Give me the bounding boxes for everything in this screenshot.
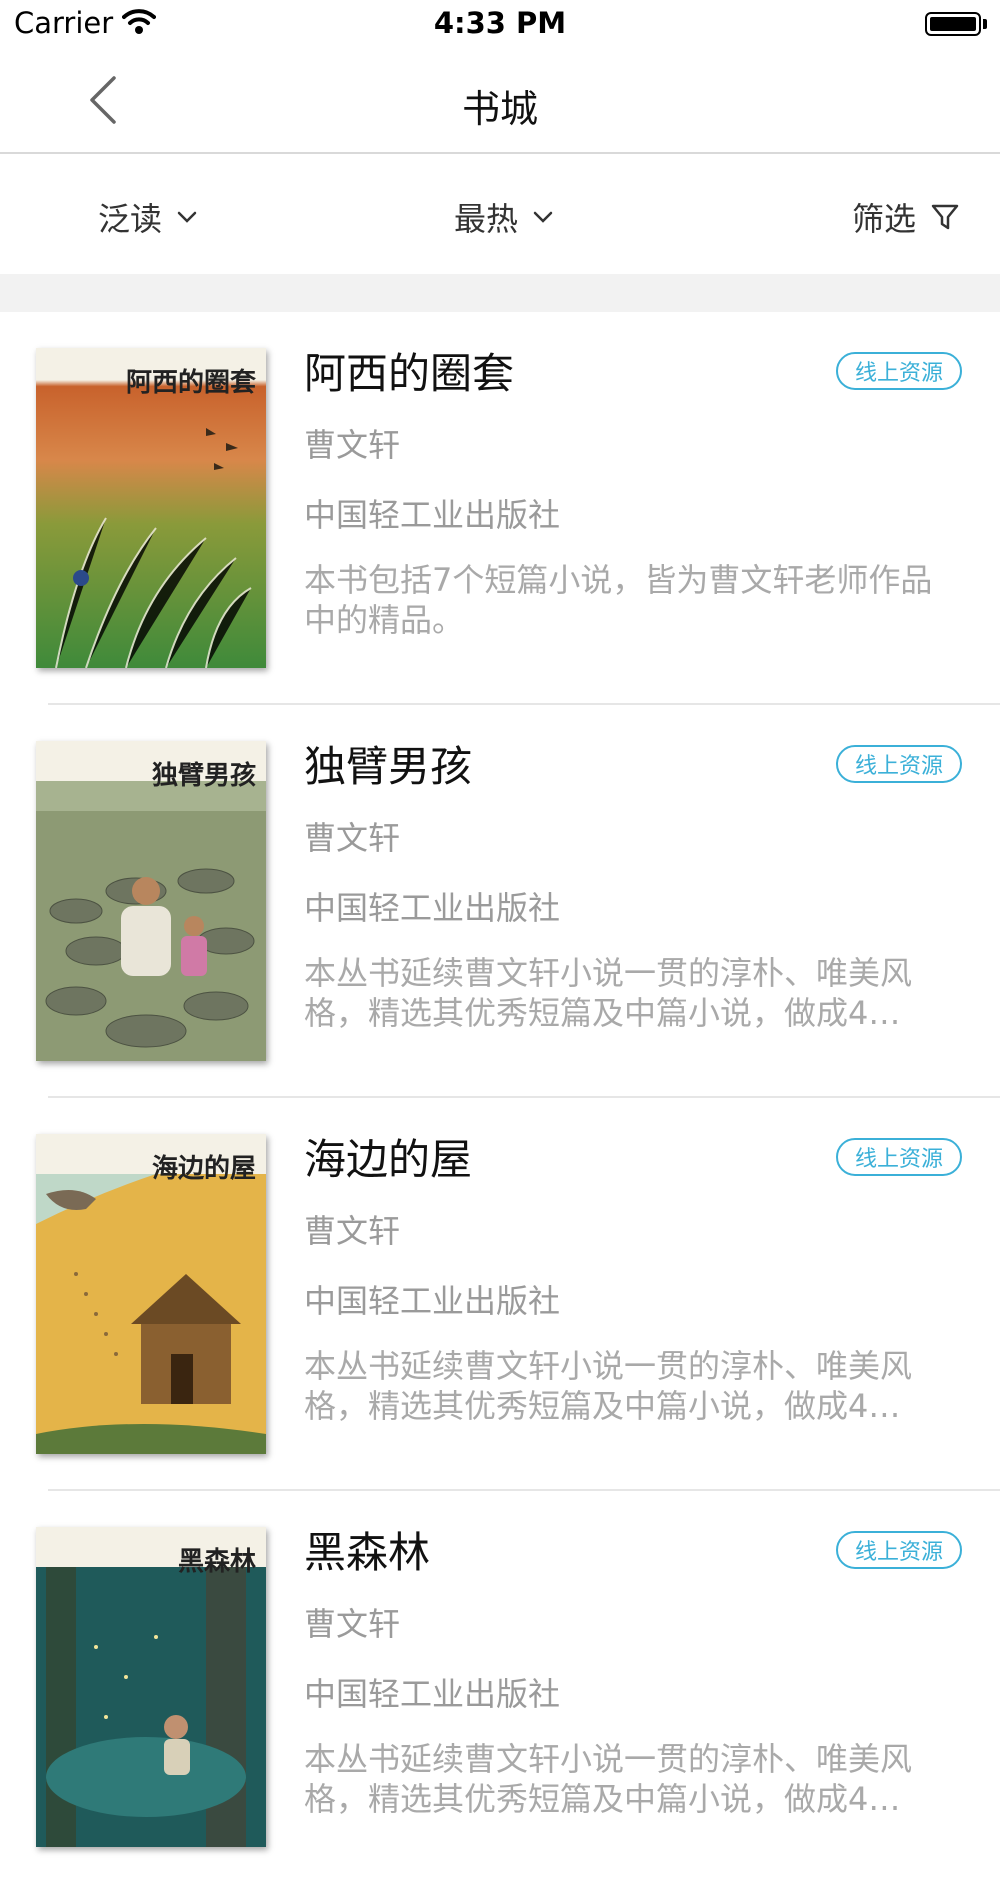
book-cover[interactable]: 海边的屋 — [36, 1134, 266, 1454]
book-title: 黑森林 — [304, 1528, 431, 1577]
book-item[interactable]: 黑森林 黑森林 线上资源 曹文轩 中国轻工业出版社 本丛书延续曹文轩小说一贯的淳… — [0, 1491, 1000, 1884]
sort-label: 最热 — [454, 200, 519, 238]
book-author: 曹文轩 — [304, 1605, 401, 1643]
book-author: 曹文轩 — [304, 426, 401, 464]
chevron-down-icon — [533, 211, 553, 223]
sort-dropdown[interactable]: 最热 — [454, 194, 554, 240]
page-title: 书城 — [461, 87, 538, 131]
status-bar: Carrier 4:33 PM — [0, 0, 1000, 50]
book-publisher: 中国轻工业出版社 — [304, 1282, 561, 1320]
cover-title: 独臂男孩 — [151, 761, 256, 791]
cover-title: 阿西的圈套 — [125, 368, 256, 398]
funnel-icon — [931, 204, 959, 230]
book-title: 海边的屋 — [304, 1135, 473, 1184]
filter-label: 筛选 — [852, 200, 917, 238]
online-resource-badge: 线上资源 — [836, 1531, 962, 1569]
filter-button[interactable]: 筛选 — [852, 194, 960, 240]
cover-title: 黑森林 — [177, 1547, 256, 1577]
online-resource-badge: 线上资源 — [836, 745, 962, 783]
category-label: 泛读 — [98, 200, 163, 238]
book-item[interactable]: 阿西的圈套 阿西的圈套 线上资源 曹文轩 中国轻工业出版社 本书包括7个短篇小说… — [0, 312, 1000, 705]
book-author: 曹文轩 — [304, 1212, 401, 1250]
book-cover[interactable]: 独臂男孩 — [36, 741, 266, 1061]
book-cover[interactable]: 阿西的圈套 — [36, 348, 266, 668]
book-description: 本丛书延续曹文轩小说一贯的淳朴、唯美风格，精选其优秀短篇及中篇小说，做成4… — [304, 1347, 913, 1425]
battery-icon — [925, 12, 981, 36]
category-dropdown[interactable]: 泛读 — [98, 194, 198, 240]
book-list: 阿西的圈套 阿西的圈套 线上资源 曹文轩 中国轻工业出版社 本书包括7个短篇小说… — [0, 312, 1000, 1884]
clock: 4:33 PM — [433, 6, 567, 40]
online-resource-badge: 线上资源 — [836, 1138, 962, 1176]
online-resource-badge: 线上资源 — [836, 352, 962, 390]
book-title: 独臂男孩 — [304, 742, 473, 791]
book-cover[interactable]: 黑森林 — [36, 1527, 266, 1847]
battery-cap — [983, 19, 987, 29]
book-item[interactable]: 海边的屋 海边的屋 线上资源 曹文轩 中国轻工业出版社 本丛书延续曹文轩小说一贯… — [0, 1098, 1000, 1491]
section-gap — [0, 274, 1000, 312]
book-author: 曹文轩 — [304, 819, 401, 857]
book-publisher: 中国轻工业出版社 — [304, 1675, 561, 1713]
navigation-bar: 书城 — [0, 50, 1000, 154]
book-publisher: 中国轻工业出版社 — [304, 496, 561, 534]
book-title: 阿西的圈套 — [304, 349, 515, 398]
book-description: 本丛书延续曹文轩小说一贯的淳朴、唯美风格，精选其优秀短篇及中篇小说，做成4… — [304, 1740, 913, 1818]
book-description: 本书包括7个短篇小说，皆为曹文轩老师作品中的精品。 — [304, 561, 933, 639]
chevron-down-icon — [177, 211, 197, 223]
cover-title: 海边的屋 — [151, 1154, 256, 1184]
book-description: 本丛书延续曹文轩小说一贯的淳朴、唯美风格，精选其优秀短篇及中篇小说，做成4… — [304, 954, 913, 1032]
filter-bar: 泛读 最热 筛选 — [0, 154, 1000, 274]
book-item[interactable]: 独臂男孩 独臂男孩 线上资源 曹文轩 中国轻工业出版社 本丛书延续曹文轩小说一贯… — [0, 705, 1000, 1098]
book-publisher: 中国轻工业出版社 — [304, 889, 561, 927]
